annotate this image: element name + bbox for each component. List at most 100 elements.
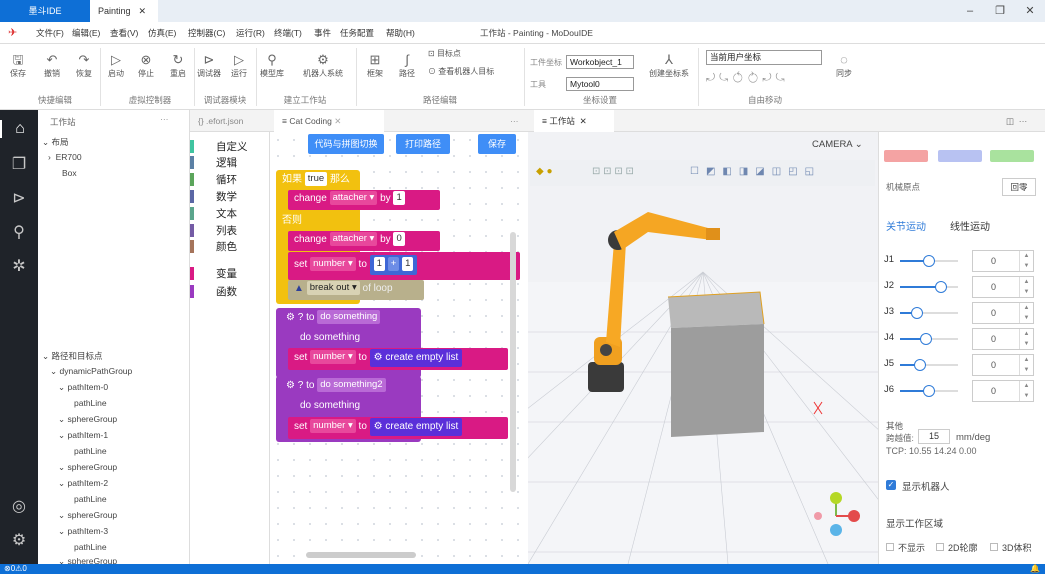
flow-dropdown[interactable]: break out ▾	[306, 281, 360, 296]
model-library-button[interactable]: ⚲ 模型库	[258, 52, 286, 79]
category-functions[interactable]: 函数	[190, 284, 237, 299]
menu-edit[interactable]: 编辑(E)	[72, 22, 100, 44]
number-input[interactable]: 1	[373, 257, 385, 272]
change-block[interactable]: change attacher ▾ by 1	[288, 190, 440, 210]
spin-arrows-icon[interactable]: ▲ ▼	[1019, 381, 1033, 401]
minimize-button[interactable]: –	[955, 0, 985, 22]
category-colour[interactable]: 颜色	[190, 239, 237, 254]
more-icon[interactable]: ···	[502, 110, 526, 132]
tree-item-box[interactable]: Box	[62, 168, 77, 178]
set-block[interactable]: set number ▾ to ⚙ create empty list	[288, 348, 508, 370]
view-icons[interactable]: ☐◩◧◨◪◫◰◱	[690, 166, 821, 177]
change-block[interactable]: change attacher ▾ by 0	[288, 231, 440, 251]
color-chip-green[interactable]	[990, 150, 1034, 162]
blockly-workspace[interactable]: 代码与拼图切换 打印路径 保存 如果 true 那么 change attach…	[270, 132, 528, 564]
category-lists[interactable]: 列表	[190, 223, 237, 238]
files-icon[interactable]: ❐	[0, 154, 38, 174]
slider-handle[interactable]	[911, 307, 924, 319]
undo-button[interactable]: ↶ 撤销	[40, 52, 64, 79]
slider-handle[interactable]	[923, 385, 935, 397]
robot-system-button[interactable]: ⚙ 机器人系统	[296, 52, 350, 79]
save-button[interactable]: 🖫 保存	[6, 52, 30, 79]
joint-value-input[interactable]: 0 ▲ ▼	[972, 380, 1034, 402]
tree-item[interactable]: pathLine	[74, 398, 107, 408]
create-coord-button[interactable]: ⅄ 创建坐标系	[646, 52, 692, 79]
tree-item[interactable]: pathLine	[74, 446, 107, 456]
joint-value-input[interactable]: 0 ▲ ▼	[972, 276, 1034, 298]
tool-select[interactable]: Mytool0	[566, 77, 634, 91]
menu-file[interactable]: 文件(F)	[36, 22, 64, 44]
horizontal-scrollbar[interactable]	[306, 552, 416, 558]
number-input[interactable]: 0	[393, 232, 405, 247]
function-name[interactable]: do something	[317, 310, 381, 325]
category-logic[interactable]: 逻辑	[190, 155, 237, 170]
joint-slider[interactable]	[900, 333, 958, 345]
gear-icon[interactable]: ⚙ ?	[286, 312, 303, 323]
tree-item[interactable]: ⌄ pathItem-3	[58, 526, 108, 537]
menu-terminal[interactable]: 终端(T)	[274, 22, 302, 44]
break-block[interactable]: ▲ break out ▾ of loop	[288, 280, 424, 300]
more-icon[interactable]: ···	[160, 114, 169, 124]
tab-joint-motion[interactable]: 关节运动	[886, 218, 926, 233]
split-editor-icon[interactable]: ◫ ···	[998, 110, 1038, 132]
category-variables[interactable]: 变量	[190, 266, 237, 281]
scene-canvas[interactable]	[528, 132, 878, 564]
snap-icons[interactable]: ⊡ ⊡ ⊡ ⊡	[592, 166, 634, 177]
true-value[interactable]: true	[304, 172, 328, 187]
option-none-checkbox[interactable]	[886, 543, 894, 551]
slider-handle[interactable]	[914, 359, 927, 371]
step-input[interactable]: 15	[918, 429, 950, 444]
category-math[interactable]: 数学	[190, 189, 237, 204]
workobject-select[interactable]: Workobject_1	[566, 55, 634, 69]
function-name[interactable]: do something2	[317, 378, 386, 393]
joint-slider[interactable]	[900, 307, 958, 319]
joint-value-input[interactable]: 0 ▲ ▼	[972, 328, 1034, 350]
tree-item[interactable]: ⌄ dynamicPathGroup	[50, 366, 132, 377]
run-button[interactable]: ▷ 运行	[228, 52, 250, 79]
tree-item[interactable]: ⌄ pathItem-2	[58, 478, 108, 489]
tab-efort-json[interactable]: {} .efort.json	[190, 110, 270, 132]
menu-events[interactable]: 事件	[314, 22, 331, 44]
spin-arrows-icon[interactable]: ▲ ▼	[1019, 251, 1033, 271]
tree-item[interactable]: ⌄ sphereGroup	[58, 510, 117, 521]
joint-value-input[interactable]: 0 ▲ ▼	[972, 302, 1034, 324]
category-custom[interactable]: 自定义	[190, 139, 248, 154]
coord-mode-select[interactable]: 当前用户坐标	[706, 50, 822, 65]
joint-slider[interactable]	[900, 255, 958, 267]
tree-item[interactable]: pathLine	[74, 542, 107, 552]
category-text[interactable]: 文本	[190, 206, 237, 221]
category-loops[interactable]: 循环	[190, 172, 237, 187]
problems-indicator[interactable]: ⊗0⚠0	[4, 564, 27, 574]
color-chip-red[interactable]	[884, 150, 928, 162]
tree-item[interactable]: ⌄ pathItem-1	[58, 430, 108, 441]
spin-arrows-icon[interactable]: ▲ ▼	[1019, 277, 1033, 297]
tree-item[interactable]: ⌄ sphereGroup	[58, 462, 117, 473]
slider-handle[interactable]	[923, 255, 935, 267]
stop-button[interactable]: ⊗ 停止	[134, 52, 158, 79]
menu-view[interactable]: 查看(V)	[110, 22, 138, 44]
option-2d-checkbox[interactable]	[936, 543, 944, 551]
start-button[interactable]: ▷ 启动	[104, 52, 128, 79]
joint-slider[interactable]	[900, 359, 958, 371]
debug-icon[interactable]: ⊳	[0, 188, 38, 208]
set-block[interactable]: set number ▾ to ⚙ create empty list	[288, 417, 508, 439]
close-icon[interactable]: ✕	[580, 116, 587, 126]
workstation-icon[interactable]: ⌂	[0, 120, 38, 138]
gear-icon[interactable]: ⚙	[374, 352, 383, 363]
print-path-button[interactable]: 打印路径	[396, 134, 450, 154]
joint-slider[interactable]	[900, 281, 958, 293]
tab-cat-coding[interactable]: ≡ Cat Coding ✕	[274, 110, 384, 132]
layout-section[interactable]: ⌄ 布局	[42, 136, 69, 148]
variable-dropdown[interactable]: attacher ▾	[329, 191, 378, 206]
tree-item-er700[interactable]: › ER700	[48, 152, 82, 162]
menu-run[interactable]: 运行(R)	[236, 22, 265, 44]
redo-button[interactable]: ↷ 恢复	[72, 52, 96, 79]
notification-icon[interactable]: 🔔	[1030, 564, 1040, 574]
vertical-scrollbar[interactable]	[510, 232, 516, 492]
option-3d-checkbox[interactable]	[990, 543, 998, 551]
color-chip-blue[interactable]	[938, 150, 982, 162]
create-list-block[interactable]: ⚙ create empty list	[369, 418, 463, 436]
menu-help[interactable]: 帮助(H)	[386, 22, 415, 44]
close-icon[interactable]: ✕	[139, 6, 147, 16]
spin-arrows-icon[interactable]: ▲ ▼	[1019, 355, 1033, 375]
